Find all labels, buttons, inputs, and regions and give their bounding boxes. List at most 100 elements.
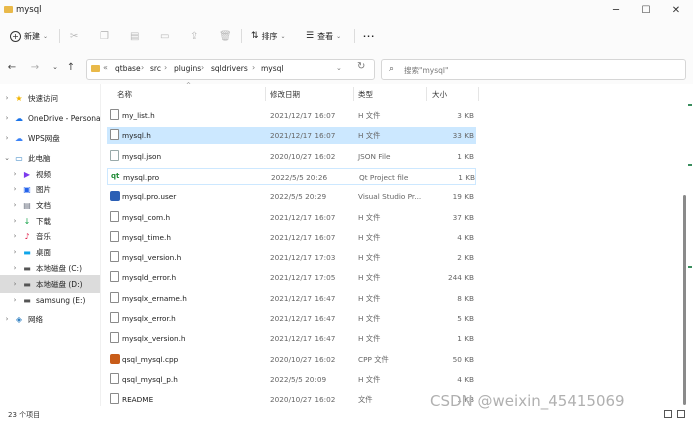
- nav-item-label: 文档: [36, 200, 51, 210]
- download-icon: ↓: [23, 216, 31, 226]
- table-row[interactable]: mysql.pro.user 2022/5/5 20:29 Visual Studi…: [107, 188, 476, 205]
- delete-icon[interactable]: 🗑: [219, 28, 232, 44]
- folder-icon: [4, 6, 13, 13]
- search-icon: ⌕: [389, 64, 395, 74]
- recent-chevron-icon[interactable]: ⌄: [48, 60, 62, 74]
- column-divider[interactable]: [426, 87, 427, 101]
- minimize-button[interactable]: ─: [601, 0, 631, 20]
- share-icon[interactable]: ⇪: [190, 28, 198, 44]
- breadcrumb-sqldrivers[interactable]: sqldrivers: [211, 64, 248, 73]
- file-icon: [110, 332, 119, 343]
- table-row[interactable]: my_list.h 2021/12/17 16:07 H 文件 3 KB: [107, 107, 476, 124]
- drive-icon: ▬: [23, 263, 31, 273]
- chevron-icon[interactable]: ›: [3, 315, 11, 323]
- breadcrumb-mysql[interactable]: mysql: [261, 64, 284, 73]
- column-type[interactable]: 类型: [358, 89, 373, 100]
- maximize-button[interactable]: ☐: [631, 0, 661, 20]
- file-size: 2 KB: [457, 253, 474, 262]
- table-row[interactable]: qt mysql.pro 2022/5/5 20:26 Qt Project file…: [107, 168, 476, 185]
- nav-item-2[interactable]: › ☁ WPS网盘: [0, 129, 100, 147]
- breadcrumb-src[interactable]: src: [150, 64, 161, 73]
- table-row[interactable]: mysql.h 2021/12/17 16:07 H 文件 33 KB: [107, 127, 476, 144]
- cut-icon[interactable]: ✂: [70, 28, 78, 44]
- chevron-icon[interactable]: ›: [3, 114, 11, 122]
- breadcrumb-plugins[interactable]: plugins: [174, 64, 201, 73]
- refresh-icon[interactable]: ↻: [357, 61, 365, 72]
- tiles-view-icon[interactable]: [677, 410, 685, 418]
- music-icon: ♪: [24, 231, 30, 241]
- up-arrow-icon[interactable]: ↑: [64, 60, 78, 74]
- chevron-icon[interactable]: ›: [11, 201, 19, 209]
- edge-marker: [688, 104, 692, 106]
- chevron-down-icon[interactable]: ⌄: [336, 64, 342, 72]
- file-date: 2022/5/5 20:26: [271, 173, 328, 182]
- file-icon: [110, 251, 119, 262]
- file-name: mysql.h: [122, 131, 151, 140]
- new-label: 新建: [24, 31, 40, 41]
- table-row[interactable]: mysql_com.h 2021/12/17 16:07 H 文件 37 KB: [107, 209, 476, 226]
- paste-icon[interactable]: ▤: [130, 28, 139, 44]
- breadcrumb-overflow[interactable]: «: [103, 63, 108, 72]
- nav-item-0[interactable]: › ★ 快速访问: [0, 89, 100, 107]
- column-date[interactable]: 修改日期: [270, 89, 300, 100]
- column-name[interactable]: 名称: [117, 89, 132, 100]
- chevron-icon[interactable]: ⌄: [3, 154, 11, 162]
- close-button[interactable]: ✕: [661, 0, 691, 20]
- picture-icon: ▣: [23, 184, 31, 194]
- file-size: 19 KB: [452, 192, 474, 201]
- file-size: 1 KB: [457, 334, 474, 343]
- forward-arrow-icon[interactable]: →: [28, 60, 42, 74]
- copy-icon[interactable]: ❐: [100, 28, 109, 44]
- toolbar-divider: [59, 29, 60, 43]
- column-size[interactable]: 大小: [432, 89, 447, 100]
- file-size: 1 KB: [458, 173, 475, 182]
- chevron-icon[interactable]: ›: [11, 296, 19, 304]
- rename-icon[interactable]: ▭: [160, 28, 169, 44]
- breadcrumb-qtbase[interactable]: qtbase: [115, 64, 141, 73]
- search-box[interactable]: ⌕ 搜索"mysql": [381, 59, 686, 80]
- file-size: 5 KB: [457, 314, 474, 323]
- search-input[interactable]: 搜索"mysql": [404, 65, 448, 76]
- table-row[interactable]: mysqlx_error.h 2021/12/17 16:47 H 文件 5 KB: [107, 310, 476, 327]
- new-button[interactable]: + 新建 ⌄: [10, 28, 48, 44]
- table-row[interactable]: qsql_mysql.cpp 2020/10/27 16:02 CPP 文件 50 K…: [107, 351, 476, 368]
- column-divider[interactable]: [265, 87, 266, 101]
- nav-item-1[interactable]: › ☁ OneDrive - Persona: [0, 109, 100, 127]
- nav-item-label: 音乐: [36, 231, 51, 241]
- chevron-icon[interactable]: ›: [11, 232, 19, 240]
- chevron-icon[interactable]: ›: [11, 280, 19, 288]
- file-date: 2020/10/27 16:02: [270, 395, 336, 404]
- chevron-icon[interactable]: ›: [11, 264, 19, 272]
- breadcrumb-separator-icon: ›: [201, 63, 205, 72]
- chevron-icon[interactable]: ›: [11, 217, 19, 225]
- vertical-scrollbar[interactable]: [683, 195, 686, 405]
- table-row[interactable]: mysql_time.h 2021/12/17 16:07 H 文件 4 KB: [107, 229, 476, 246]
- table-row[interactable]: mysqlx_ername.h 2021/12/17 16:47 H 文件 8 KB: [107, 290, 476, 307]
- back-arrow-icon[interactable]: ←: [5, 60, 19, 74]
- chevron-icon[interactable]: ›: [11, 185, 19, 193]
- address-bar[interactable]: « qtbase › src › plugins › sqldrivers › …: [86, 59, 375, 80]
- chevron-icon[interactable]: ›: [11, 170, 19, 178]
- video-icon: ▶: [23, 169, 31, 179]
- nav-item-12[interactable]: › ▬ samsung (E:): [0, 291, 100, 309]
- table-row[interactable]: mysqlx_version.h 2021/12/17 16:47 H 文件 1 KB: [107, 330, 476, 347]
- sort-button[interactable]: ⇅ 排序 ⌄: [251, 28, 286, 44]
- file-date: 2021/12/17 16:07: [270, 131, 336, 140]
- details-view-icon[interactable]: [664, 410, 672, 418]
- column-divider[interactable]: [478, 87, 479, 101]
- file-name: qsql_mysql.cpp: [122, 355, 179, 364]
- chevron-icon[interactable]: ›: [3, 134, 11, 142]
- table-row[interactable]: mysql_version.h 2021/12/17 17:03 H 文件 2 KB: [107, 249, 476, 266]
- table-row[interactable]: mysql.json 2020/10/27 16:02 JSON File 1 KB: [107, 148, 476, 165]
- view-button[interactable]: ☰ 查看 ⌄: [306, 28, 341, 44]
- more-options-button[interactable]: ···: [363, 28, 375, 44]
- chevron-icon[interactable]: ›: [11, 248, 19, 256]
- table-row[interactable]: qsql_mysql_p.h 2022/5/5 20:09 H 文件 4 KB: [107, 371, 476, 388]
- table-row[interactable]: mysqld_error.h 2021/12/17 17:05 H 文件 244 KB: [107, 269, 476, 286]
- column-divider[interactable]: [353, 87, 354, 101]
- chevron-icon[interactable]: ›: [3, 94, 11, 102]
- file-date: 2021/12/17 16:07: [270, 233, 336, 242]
- nav-item-13[interactable]: › ◈ 网络: [0, 310, 100, 328]
- sort-label: 排序: [261, 31, 278, 41]
- star-icon: ★: [15, 93, 23, 103]
